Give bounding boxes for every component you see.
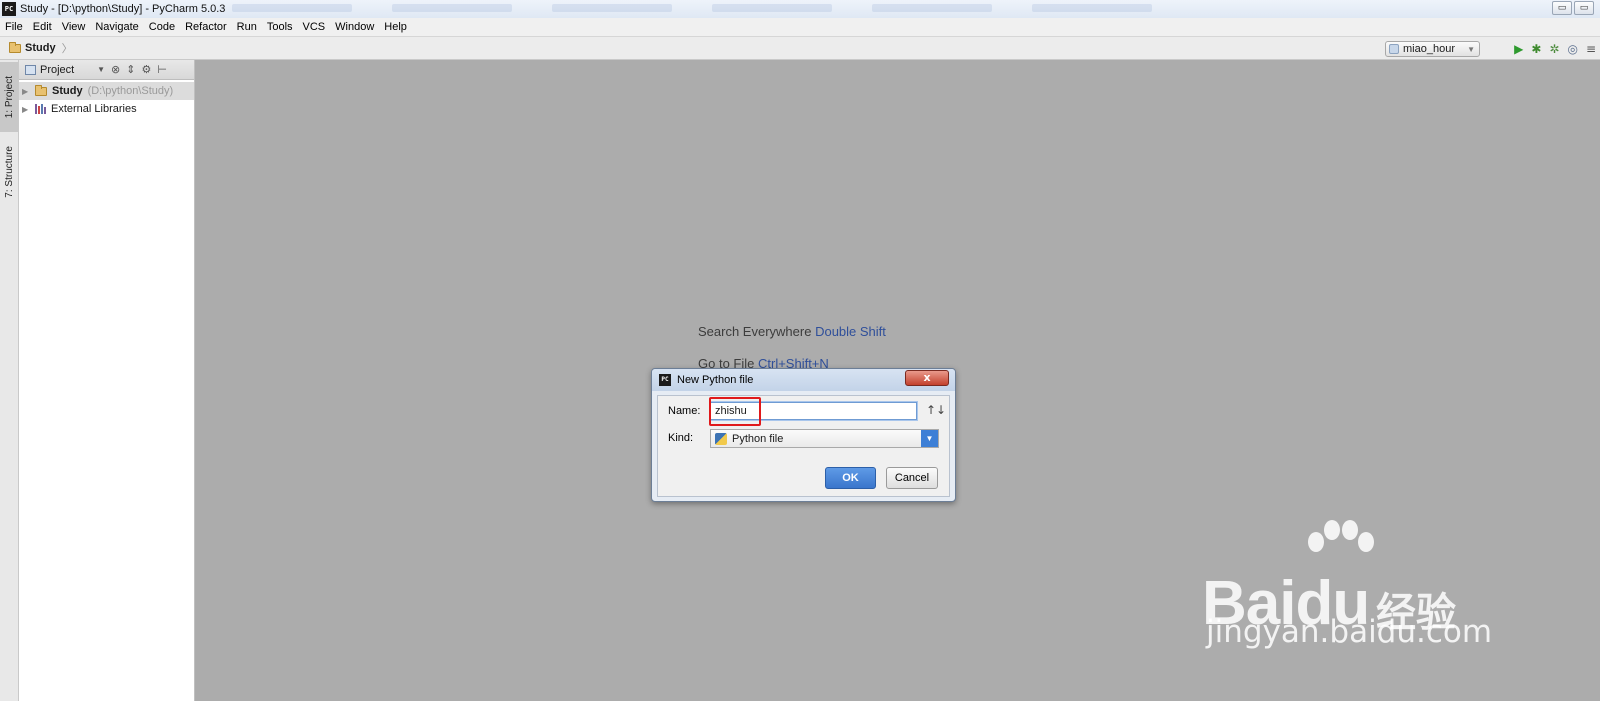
project-view-label: Project xyxy=(40,63,75,76)
hide-panel-icon[interactable]: ⊢ xyxy=(157,63,167,76)
baidu-watermark: Baidu 经验 jingyan.baidu.com xyxy=(1200,520,1500,700)
menu-code[interactable]: Code xyxy=(144,21,180,33)
window-title-bar: PC Study - [D:\python\Study] - PyCharm 5… xyxy=(0,0,1600,18)
left-tool-stripe: 1: Project 7: Structure xyxy=(0,60,19,701)
ok-button[interactable]: OK xyxy=(825,467,876,489)
pycharm-app-icon: PC xyxy=(2,2,16,16)
sort-arrows-icon[interactable]: ↑↓ xyxy=(926,403,946,417)
kind-label: Kind: xyxy=(668,432,694,444)
tab-project-label: 1: Project xyxy=(3,75,15,119)
menu-view[interactable]: View xyxy=(57,21,91,33)
libraries-icon xyxy=(35,104,46,114)
watermark-url: jingyan.baidu.com xyxy=(1206,614,1493,650)
project-view-select[interactable]: Project ▼ xyxy=(25,64,105,76)
run-toolbar: ▶ ✱ ✲ ◎ ≡ xyxy=(1514,41,1596,57)
menu-run[interactable]: Run xyxy=(232,21,262,33)
window-title: Study - [D:\python\Study] - PyCharm 5.0.… xyxy=(20,3,226,15)
folder-icon xyxy=(35,84,47,96)
menu-file[interactable]: File xyxy=(0,21,28,33)
kind-select[interactable]: Python file ▼ xyxy=(710,429,939,448)
hint-text: Search Everywhere xyxy=(698,324,812,339)
cancel-button[interactable]: Cancel xyxy=(886,467,938,489)
expand-arrow-icon[interactable]: ▶ xyxy=(22,87,30,96)
tree-item-name: Study xyxy=(52,85,83,97)
collapse-all-icon[interactable]: ⇕ xyxy=(126,63,135,76)
python-file-icon xyxy=(715,432,727,445)
menu-navigate[interactable]: Navigate xyxy=(90,21,143,33)
more-icon[interactable]: ≡ xyxy=(1586,41,1596,57)
menu-vcs[interactable]: VCS xyxy=(298,21,331,33)
tab-project[interactable]: 1: Project xyxy=(0,62,18,132)
profile-icon[interactable]: ◎ xyxy=(1567,41,1577,57)
tab-structure-label: 7: Structure xyxy=(3,146,15,198)
window-controls: ▭ ▭ xyxy=(1552,1,1594,15)
tree-item-path: (D:\python\Study) xyxy=(87,85,174,97)
project-panel-header: Project ▼ ⊗ ⇕ ⚙ ⊢ xyxy=(19,60,194,80)
navigation-bar: Study 〉 miao_hour ▼ ▶ ✱ ✲ ◎ ≡ xyxy=(0,37,1600,60)
name-label: Name: xyxy=(668,405,701,417)
kind-select-value: Python file xyxy=(732,432,784,445)
project-tool-window: Project ▼ ⊗ ⇕ ⚙ ⊢ ▶ Study (D:\python\Stu… xyxy=(19,60,195,701)
chevron-right-icon: 〉 xyxy=(61,42,73,55)
expand-arrow-icon[interactable]: ▶ xyxy=(22,105,30,114)
tree-item-external-libraries[interactable]: ▶ External Libraries xyxy=(19,100,194,118)
hint-shortcut: Double Shift xyxy=(815,324,886,339)
project-tree: ▶ Study (D:\python\Study) ▶ External Lib… xyxy=(19,80,194,118)
pycharm-app-icon: PC xyxy=(659,374,671,386)
debug-icon[interactable]: ✱ xyxy=(1531,41,1541,57)
dialog-title: New Python file xyxy=(677,374,754,386)
menu-edit[interactable]: Edit xyxy=(28,21,57,33)
project-view-icon xyxy=(25,64,36,75)
run-configuration-select[interactable]: miao_hour ▼ xyxy=(1385,41,1480,57)
menu-bar: File Edit View Navigate Code Refactor Ru… xyxy=(0,18,1600,37)
blurred-background-tabs xyxy=(232,4,1282,14)
gear-icon[interactable]: ⚙ xyxy=(141,63,151,76)
folder-icon xyxy=(9,41,21,53)
menu-tools[interactable]: Tools xyxy=(262,21,298,33)
restore-button[interactable]: ▭ xyxy=(1574,1,1594,15)
scroll-from-source-icon[interactable]: ⊗ xyxy=(111,63,120,76)
tab-structure[interactable]: 7: Structure xyxy=(0,136,18,208)
menu-refactor[interactable]: Refactor xyxy=(180,21,232,33)
breadcrumb-project[interactable]: Study xyxy=(25,42,56,54)
chevron-down-icon[interactable]: ▼ xyxy=(921,430,938,447)
tree-item-name: External Libraries xyxy=(51,103,137,115)
menu-window[interactable]: Window xyxy=(330,21,379,33)
python-config-icon xyxy=(1389,44,1399,54)
chevron-down-icon: ▼ xyxy=(97,65,105,74)
search-everywhere-hint: Search Everywhere Double Shift xyxy=(698,324,886,339)
menu-help[interactable]: Help xyxy=(379,21,412,33)
coverage-icon[interactable]: ✲ xyxy=(1549,41,1559,57)
run-icon[interactable]: ▶ xyxy=(1514,41,1523,57)
new-python-file-dialog: PC New Python file x Name: zhishu ↑↓ Kin… xyxy=(651,368,956,502)
run-configuration-label: miao_hour xyxy=(1403,43,1455,55)
dialog-body: Name: zhishu ↑↓ Kind: Python file ▼ OK C… xyxy=(657,395,950,497)
tree-item-study[interactable]: ▶ Study (D:\python\Study) xyxy=(19,82,194,100)
highlight-annotation xyxy=(709,397,761,426)
breadcrumb[interactable]: Study 〉 xyxy=(9,40,73,56)
dialog-close-button[interactable]: x xyxy=(905,370,949,386)
chevron-down-icon: ▼ xyxy=(1467,44,1475,54)
minimize-button[interactable]: ▭ xyxy=(1552,1,1572,15)
